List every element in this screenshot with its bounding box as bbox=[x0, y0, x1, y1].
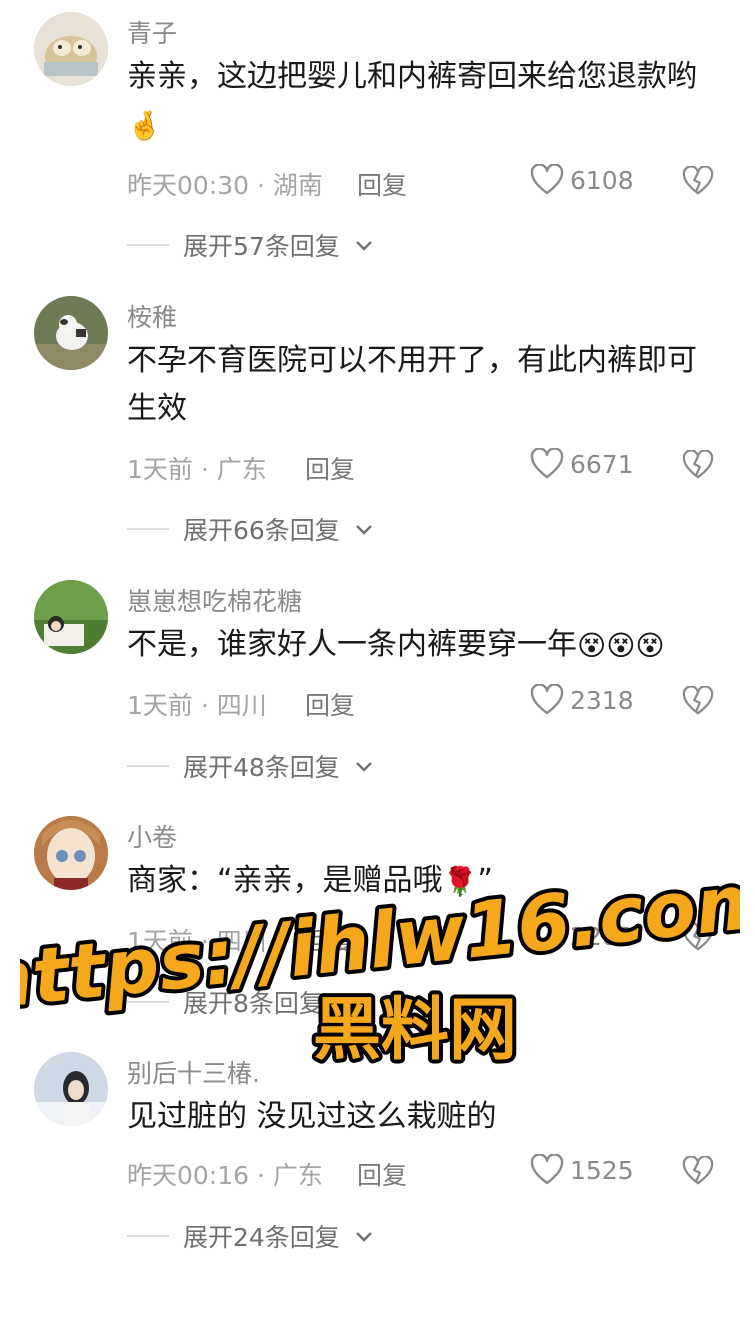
heart-outline-icon bbox=[530, 1154, 564, 1186]
like-count: 6108 bbox=[570, 165, 634, 195]
like-button[interactable]: 2203 bbox=[530, 920, 634, 952]
broken-heart-icon[interactable] bbox=[682, 1156, 714, 1186]
reply-button[interactable]: 回复 bbox=[305, 686, 355, 722]
chevron-down-icon bbox=[354, 238, 374, 252]
reply-button[interactable]: 回复 bbox=[357, 166, 407, 202]
broken-heart-icon[interactable] bbox=[682, 686, 714, 716]
reply-button[interactable]: 回复 bbox=[305, 450, 355, 486]
comment-body: 见过脏的 没见过这么栽赃的 bbox=[127, 1099, 497, 1134]
like-count: 2318 bbox=[570, 685, 634, 715]
comment-body: 不是，谁家好人一条内裤要穿一年 bbox=[127, 627, 577, 662]
emoji: 😵😵😵 bbox=[577, 628, 665, 662]
expand-replies[interactable]: 展开48条回复 bbox=[127, 748, 374, 784]
divider bbox=[127, 1235, 169, 1237]
like-button[interactable]: 1525 bbox=[530, 1154, 634, 1186]
comment-time-location: 1天前 · 四川 bbox=[127, 927, 267, 956]
divider bbox=[127, 1001, 169, 1003]
comment-time-location: 1天前 · 四川 bbox=[127, 691, 267, 720]
comment-time-location: 1天前 · 广东 bbox=[127, 455, 267, 484]
like-count: 2203 bbox=[570, 921, 634, 951]
avatar[interactable] bbox=[34, 580, 108, 654]
comment-text: 不是，谁家好人一条内裤要穿一年😵😵😵 bbox=[127, 621, 717, 670]
heart-outline-icon bbox=[530, 164, 564, 196]
chevron-down-icon bbox=[354, 1229, 374, 1243]
comment-item: 桉稚 不孕不育医院可以不用开了，有此内裤即可生效 1天前 · 广东 回复 667… bbox=[0, 284, 755, 568]
avatar[interactable] bbox=[34, 296, 108, 370]
expand-replies-label: 展开57条回复 bbox=[183, 232, 340, 261]
broken-heart-icon[interactable] bbox=[682, 166, 714, 196]
divider bbox=[127, 765, 169, 767]
comment-text: 商家：“亲亲，是赠品哦🌹” bbox=[127, 857, 717, 906]
broken-heart-icon[interactable] bbox=[682, 450, 714, 480]
comment-time-location: 昨天00:16 · 广东 bbox=[127, 1161, 323, 1190]
comment-text: 见过脏的 没见过这么栽赃的 bbox=[127, 1093, 717, 1141]
comment-item: 别后十三椿. 见过脏的 没见过这么栽赃的 昨天00:16 · 广东 回复 152… bbox=[0, 1040, 755, 1324]
comment-body: 不孕不育医院可以不用开了，有此内裤即可生效 bbox=[127, 343, 697, 426]
expand-replies[interactable]: 展开24条回复 bbox=[127, 1218, 374, 1254]
heart-outline-icon bbox=[530, 920, 564, 952]
like-count: 1525 bbox=[570, 1155, 634, 1185]
expand-replies-label: 展开24条回复 bbox=[183, 1223, 340, 1252]
heart-outline-icon bbox=[530, 448, 564, 480]
comment-text: 亲亲，这边把婴儿和内裤寄回来给您退款哟 🤞 bbox=[127, 53, 717, 150]
divider bbox=[127, 528, 169, 530]
like-button[interactable]: 6671 bbox=[530, 448, 634, 480]
expand-replies[interactable]: 展开8条回复 bbox=[127, 984, 358, 1020]
emoji: 🌹 bbox=[442, 864, 478, 898]
chevron-down-icon bbox=[354, 759, 374, 773]
chevron-down-icon bbox=[338, 995, 358, 1009]
expand-replies-label: 展开8条回复 bbox=[183, 989, 324, 1018]
broken-heart-icon[interactable] bbox=[682, 922, 714, 952]
comment-item: 青子 亲亲，这边把婴儿和内裤寄回来给您退款哟🤞 昨天00:30 · 湖南 回复 … bbox=[0, 0, 755, 284]
heart-outline-icon bbox=[530, 684, 564, 716]
expand-replies-label: 展开48条回复 bbox=[183, 753, 340, 782]
expand-replies[interactable]: 展开66条回复 bbox=[127, 511, 374, 547]
chevron-down-icon bbox=[354, 522, 374, 536]
avatar[interactable] bbox=[34, 1052, 108, 1126]
username[interactable]: 青子 bbox=[127, 14, 177, 50]
expand-replies-label: 展开66条回复 bbox=[183, 516, 340, 545]
username[interactable]: 崽崽想吃棉花糖 bbox=[127, 582, 302, 618]
avatar[interactable] bbox=[34, 816, 108, 890]
reply-button[interactable]: 回复 bbox=[305, 922, 355, 958]
like-button[interactable]: 2318 bbox=[530, 684, 634, 716]
username[interactable]: 小卷 bbox=[127, 818, 177, 854]
like-button[interactable]: 6108 bbox=[530, 164, 634, 196]
expand-replies[interactable]: 展开57条回复 bbox=[127, 227, 374, 263]
like-count: 6671 bbox=[570, 449, 634, 479]
emoji: 🤞 bbox=[127, 108, 162, 142]
comment-time-location: 昨天00:30 · 湖南 bbox=[127, 171, 323, 200]
username[interactable]: 别后十三椿. bbox=[127, 1054, 260, 1090]
divider bbox=[127, 244, 169, 246]
avatar[interactable] bbox=[34, 12, 108, 86]
comment-text: 不孕不育医院可以不用开了，有此内裤即可生效 bbox=[127, 337, 717, 433]
reply-button[interactable]: 回复 bbox=[357, 1156, 407, 1192]
username[interactable]: 桉稚 bbox=[127, 298, 177, 334]
comment-body: 商家：“亲亲，是赠品哦 bbox=[127, 863, 443, 898]
comment-body-end: ” bbox=[477, 863, 493, 898]
comment-body: 亲亲，这边把婴儿和内裤寄回来给您退款哟 bbox=[127, 59, 697, 94]
